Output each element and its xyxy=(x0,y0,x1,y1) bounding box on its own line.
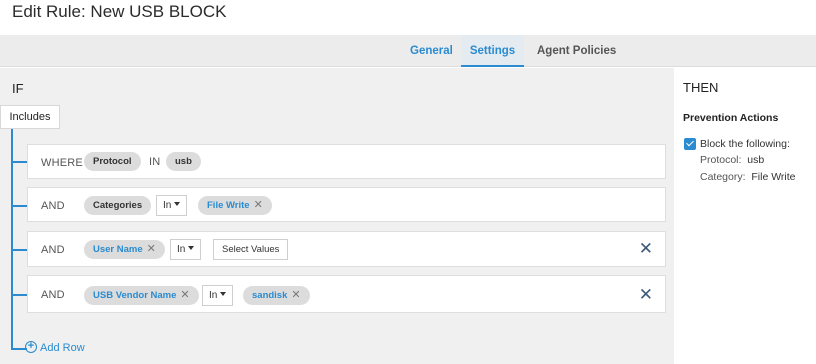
plus-circle-icon: + xyxy=(25,341,37,354)
tab-general[interactable]: General xyxy=(410,35,453,67)
if-label: IF xyxy=(12,81,24,96)
page-title: Edit Rule: New USB BLOCK xyxy=(12,2,227,21)
field-pill-protocol[interactable]: Protocol xyxy=(84,152,141,171)
condition-row: AND USB Vendor Name ✕ In sandisk ✕ ✕ xyxy=(27,275,666,313)
then-label: THEN xyxy=(683,80,719,95)
detail-protocol: Protocol: usb xyxy=(700,154,765,166)
remove-chip-icon[interactable]: ✕ xyxy=(254,199,263,211)
tree-connector-branch xyxy=(11,205,27,207)
block-checkbox[interactable] xyxy=(684,138,696,150)
row-keyword: AND xyxy=(41,244,65,256)
tab-agent-policies[interactable]: Agent Policies xyxy=(537,35,616,67)
then-panel: THEN Prevention Actions Block the follow… xyxy=(674,68,816,364)
operator-label: IN xyxy=(149,156,161,168)
row-keyword: AND xyxy=(41,200,65,212)
close-icon[interactable]: ✕ xyxy=(639,286,653,303)
condition-row: AND User Name ✕ In Select Values ✕ xyxy=(27,231,666,267)
caret-down-icon xyxy=(220,292,227,297)
if-panel: IF Includes WHERE Protocol IN usb AND Ca… xyxy=(0,68,674,364)
operator-dropdown[interactable]: In xyxy=(202,285,234,306)
tree-connector-branch xyxy=(11,161,27,163)
value-chip: File Write ✕ xyxy=(198,196,272,215)
row-keyword: AND xyxy=(41,289,65,301)
condition-row: AND Categories In File Write ✕ xyxy=(27,187,666,222)
caret-down-icon xyxy=(188,246,195,251)
add-row-button[interactable]: + Add Row xyxy=(25,341,85,355)
block-label: Block the following: xyxy=(700,138,790,150)
detail-category: Category: File Write xyxy=(700,171,796,183)
prevention-actions-label: Prevention Actions xyxy=(683,112,779,124)
remove-chip-icon[interactable]: ✕ xyxy=(291,289,300,301)
operator-dropdown[interactable]: In xyxy=(156,195,188,216)
tree-connector-branch xyxy=(11,249,27,251)
tab-bar: General Settings Agent Policies xyxy=(0,35,816,67)
value-pill-usb[interactable]: usb xyxy=(166,152,201,171)
row-keyword: WHERE xyxy=(41,157,83,169)
tab-settings[interactable]: Settings xyxy=(461,35,524,67)
tree-connector-branch xyxy=(11,294,27,296)
value-chip: sandisk ✕ xyxy=(243,286,310,305)
condition-row: WHERE Protocol IN usb xyxy=(27,144,666,179)
remove-chip-icon[interactable]: ✕ xyxy=(180,289,189,301)
field-chip-usb-vendor: USB Vendor Name ✕ xyxy=(84,286,199,305)
field-pill-categories[interactable]: Categories xyxy=(84,196,152,215)
includes-button[interactable]: Includes xyxy=(0,105,60,129)
operator-dropdown[interactable]: In xyxy=(170,239,202,260)
close-icon[interactable]: ✕ xyxy=(639,240,653,257)
remove-chip-icon[interactable]: ✕ xyxy=(147,243,156,255)
caret-down-icon xyxy=(174,202,181,207)
field-chip-user-name: User Name ✕ xyxy=(84,240,165,259)
select-values-dropdown[interactable]: Select Values xyxy=(213,239,289,260)
